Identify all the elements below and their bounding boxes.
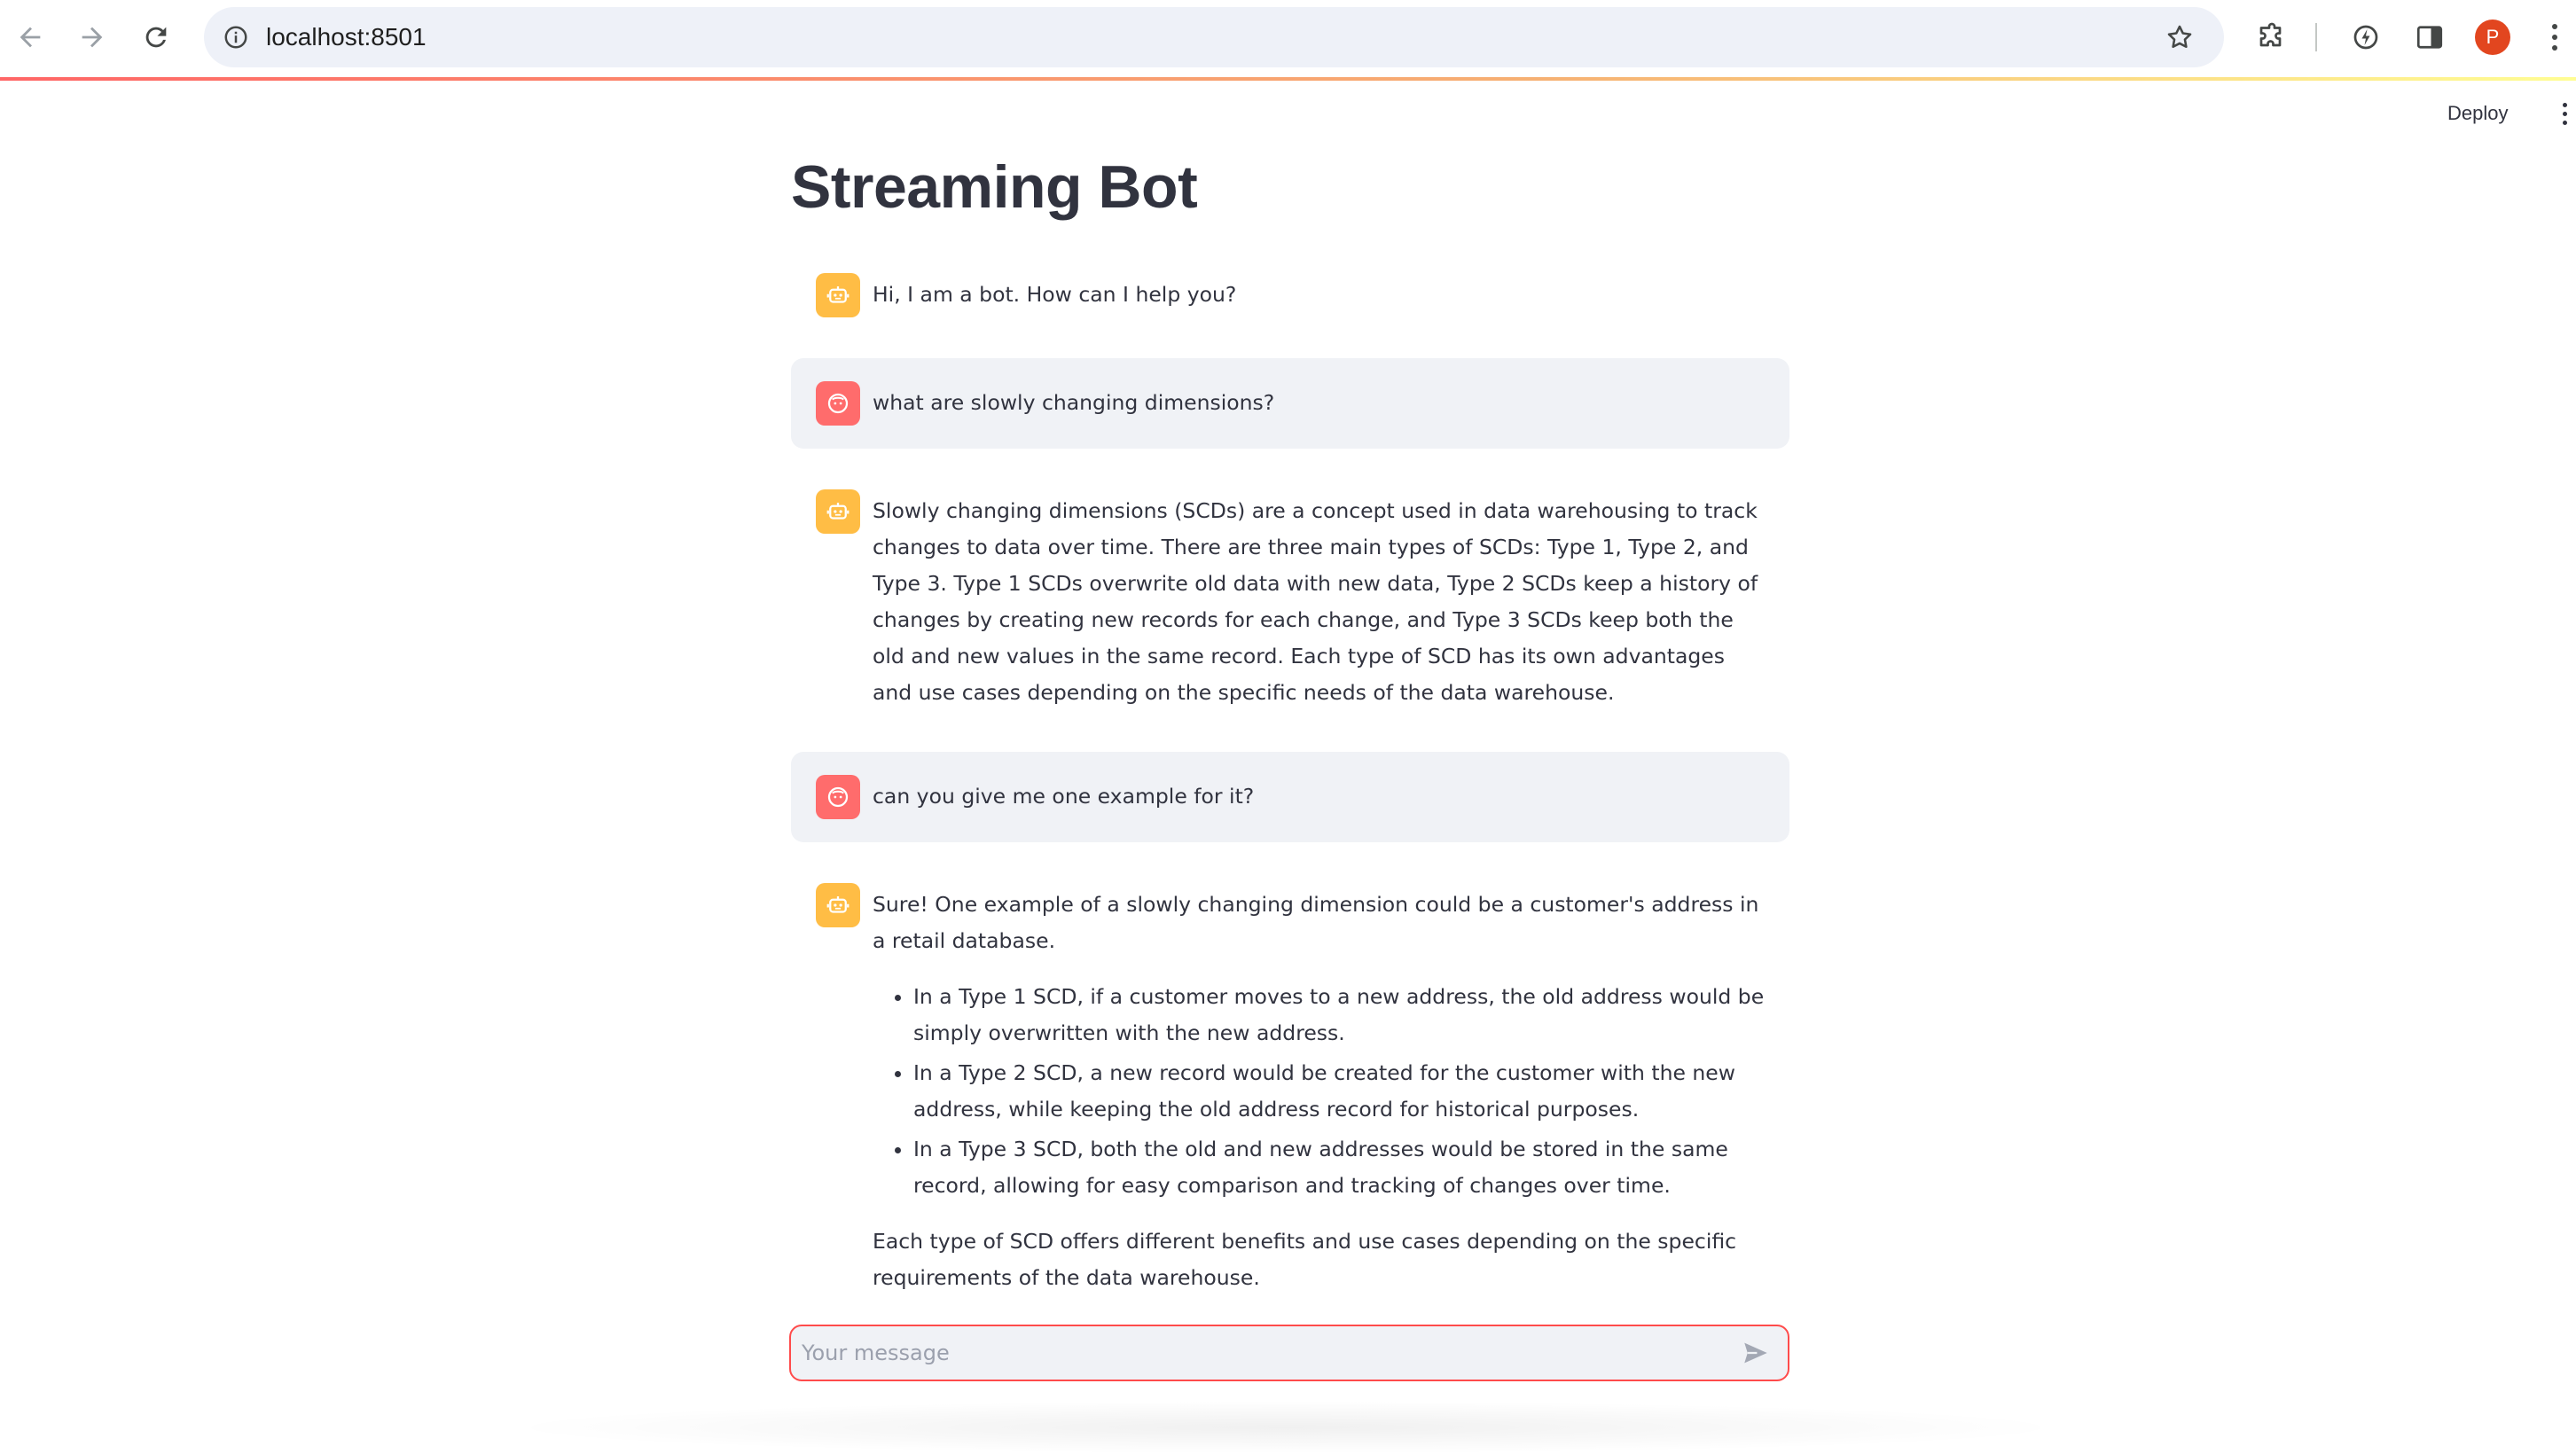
message-text: Each type of SCD offers different benefi… bbox=[873, 1229, 1737, 1290]
message-content: can you give me one example for it? bbox=[873, 775, 1254, 815]
message-content: Slowly changing dimensions (SCDs) are a … bbox=[873, 489, 1765, 711]
message-text: Hi, I am a bot. How can I help you? bbox=[873, 282, 1237, 307]
message-text: can you give me one example for it? bbox=[873, 784, 1255, 809]
url-text[interactable]: localhost:8501 bbox=[266, 23, 427, 51]
streamlit-decoration-bar bbox=[0, 77, 2576, 81]
chat-input-container bbox=[789, 1325, 1789, 1381]
message-content: what are slowly changing dimensions? bbox=[873, 381, 1274, 421]
dot-icon bbox=[2562, 111, 2567, 116]
bot-avatar bbox=[816, 883, 860, 927]
dot-icon bbox=[2562, 120, 2567, 125]
performance-button[interactable] bbox=[2346, 18, 2385, 57]
message-text: what are slowly changing dimensions? bbox=[873, 390, 1275, 415]
list-item: In a Type 2 SCD, a new record would be c… bbox=[913, 1055, 1765, 1128]
side-panel-icon bbox=[2416, 26, 2443, 49]
robot-icon bbox=[826, 896, 850, 913]
extensions-button[interactable] bbox=[2252, 18, 2291, 57]
reload-icon bbox=[145, 27, 167, 48]
user-avatar bbox=[816, 381, 860, 426]
dot-icon bbox=[2552, 45, 2557, 51]
robot-icon bbox=[826, 286, 850, 303]
list-item: In a Type 1 SCD, if a customer moves to … bbox=[913, 979, 1765, 1051]
bot-avatar bbox=[816, 489, 860, 534]
chat-message-bot: Slowly changing dimensions (SCDs) are a … bbox=[791, 466, 1789, 734]
message-text: Sure! One example of a slowly changing d… bbox=[873, 892, 1759, 953]
dot-icon bbox=[2552, 24, 2557, 29]
list-item: In a Type 3 SCD, both the old and new ad… bbox=[913, 1131, 1765, 1204]
arrow-right-icon bbox=[82, 27, 103, 48]
page-title: Streaming Bot bbox=[791, 153, 1198, 221]
chat-input[interactable] bbox=[791, 1341, 1731, 1365]
robot-icon bbox=[826, 503, 850, 520]
bot-avatar bbox=[816, 273, 860, 317]
dot-icon bbox=[2562, 102, 2567, 107]
bullet-list: In a Type 1 SCD, if a customer moves to … bbox=[913, 979, 1765, 1204]
forward-button[interactable] bbox=[73, 18, 112, 57]
arrow-left-icon bbox=[20, 27, 41, 48]
bottom-fade bbox=[497, 1401, 2075, 1454]
user-avatar bbox=[816, 775, 860, 819]
back-button[interactable] bbox=[11, 18, 50, 57]
message-content: Sure! One example of a slowly changing d… bbox=[873, 883, 1765, 1296]
performance-icon bbox=[2353, 25, 2378, 50]
toolbar-divider bbox=[2315, 23, 2317, 51]
puzzle-icon bbox=[2259, 22, 2282, 47]
dot-icon bbox=[2552, 35, 2557, 40]
message-text: Slowly changing dimensions (SCDs) are a … bbox=[873, 498, 1758, 705]
bookmark-star-icon[interactable] bbox=[2162, 20, 2197, 55]
main-container: Streaming Bot Hi, I am a bot. How can I … bbox=[791, 133, 1789, 1337]
browser-toolbar: localhost:8501 P bbox=[0, 0, 2576, 78]
browser-menu-button[interactable] bbox=[2541, 20, 2568, 55]
chat-message-user: what are slowly changing dimensions? bbox=[791, 358, 1789, 449]
user-face-icon bbox=[827, 393, 849, 414]
chat-message-bot: Hi, I am a bot. How can I help you? bbox=[791, 250, 1789, 340]
message-content: Hi, I am a bot. How can I help you? bbox=[873, 273, 1236, 313]
side-panel-button[interactable] bbox=[2410, 18, 2449, 57]
deploy-button[interactable]: Deploy bbox=[2447, 98, 2508, 129]
site-info-icon[interactable] bbox=[218, 20, 254, 55]
app-menu-button[interactable] bbox=[2557, 99, 2572, 128]
user-face-icon bbox=[827, 786, 849, 808]
chat-message-user: can you give me one example for it? bbox=[791, 752, 1789, 842]
send-icon bbox=[1744, 1342, 1767, 1364]
reload-button[interactable] bbox=[137, 18, 176, 57]
profile-avatar[interactable]: P bbox=[2475, 20, 2510, 55]
chat-message-bot: Sure! One example of a slowly changing d… bbox=[791, 860, 1789, 1319]
send-button[interactable] bbox=[1731, 1328, 1781, 1378]
address-bar[interactable]: localhost:8501 bbox=[204, 7, 2224, 67]
